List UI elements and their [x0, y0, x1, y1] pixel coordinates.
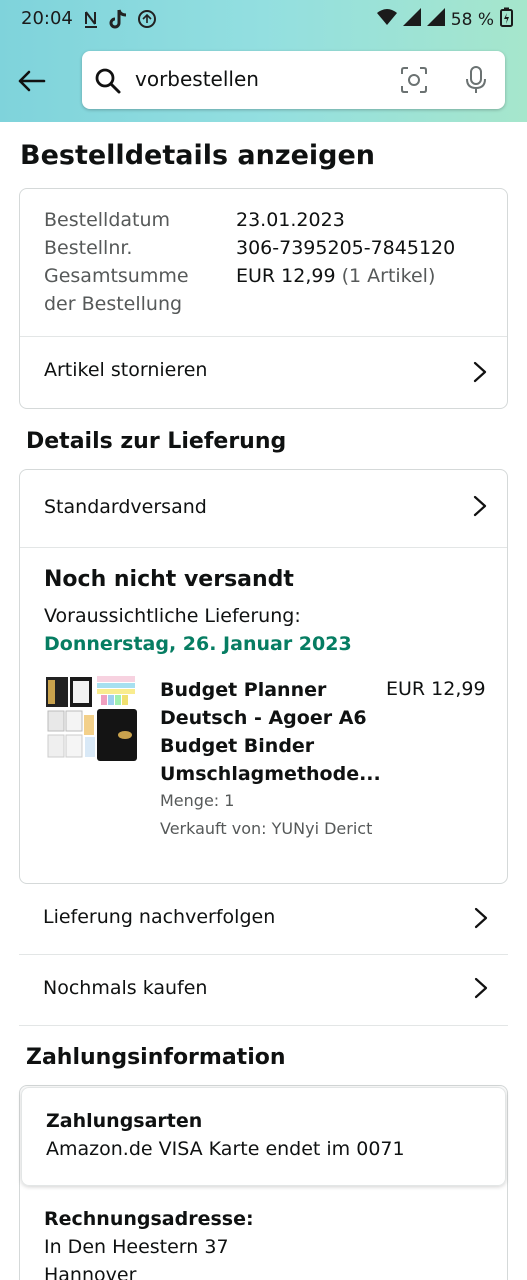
order-number-value: 306-7395205-7845120: [236, 237, 456, 259]
billing-street: In Den Heestern 37: [44, 1236, 229, 1258]
battery-text: 58 %: [450, 9, 494, 30]
buy-again-row[interactable]: Nochmals kaufen: [19, 955, 508, 1025]
app-header: 20:04 58 % vorbestellen: [0, 0, 527, 122]
search-icon: [95, 68, 121, 94]
product-title-line: Umschlagmethode...: [160, 763, 381, 785]
chevron-right-icon: [473, 361, 487, 383]
order-total: EUR 12,99 (1 Artikel): [236, 265, 435, 287]
chevron-right-icon: [474, 977, 488, 999]
search-input[interactable]: vorbestellen: [135, 67, 259, 91]
shipment-status: Noch nicht versandt: [44, 567, 294, 592]
status-time: 20:04: [21, 8, 73, 29]
order-total-label-2: der Bestellung: [44, 293, 183, 315]
track-package-row[interactable]: Lieferung nachverfolgen: [19, 884, 508, 954]
order-total-value: EUR 12,99: [236, 265, 336, 287]
order-date-value: 23.01.2023: [236, 209, 345, 231]
payment-section-title: Zahlungsinformation: [26, 1045, 286, 1070]
budget-planner-image: [45, 675, 137, 763]
cancel-items-label: Artikel stornieren: [44, 359, 208, 381]
battery-icon: [500, 7, 513, 32]
notification-n-icon: [84, 8, 98, 30]
search-bar[interactable]: vorbestellen: [82, 51, 505, 109]
status-right: 58 %: [376, 7, 513, 32]
divider: [19, 1025, 508, 1026]
order-date-label: Bestelldatum: [44, 209, 171, 231]
billing-city: Hannover: [44, 1264, 137, 1280]
product-image[interactable]: [45, 675, 137, 763]
chevron-right-icon: [474, 907, 488, 929]
camera-search-icon[interactable]: [400, 66, 428, 94]
product-seller: Verkauft von: YUNyi Derict: [160, 819, 373, 838]
status-bar: 20:04 58 %: [0, 0, 527, 40]
order-total-label: Gesamtsumme: [44, 265, 189, 287]
cancel-items-row[interactable]: Artikel stornieren: [20, 337, 507, 409]
tiktok-icon: [108, 8, 128, 30]
signal-icon-2: [426, 8, 445, 31]
track-package-label: Lieferung nachverfolgen: [43, 906, 276, 928]
product-title-line: Budget Planner: [160, 679, 327, 701]
product-quantity: Menge: 1: [160, 791, 235, 810]
back-button[interactable]: [14, 64, 48, 98]
delivery-section-title: Details zur Lieferung: [26, 429, 287, 454]
divider: [20, 547, 507, 548]
wifi-icon: [376, 9, 397, 30]
payment-methods-box[interactable]: Zahlungsarten Amazon.de VISA Karte endet…: [21, 1087, 506, 1186]
product-title-line: Budget Binder: [160, 735, 315, 757]
product-price: EUR 12,99: [386, 678, 486, 700]
chevron-right-icon: [473, 495, 487, 517]
shipping-method-label: Standardversand: [44, 496, 207, 518]
order-total-items: (1 Artikel): [341, 265, 436, 287]
product-title[interactable]: Budget Planner Deutsch - Agoer A6 Budget…: [160, 676, 381, 788]
billing-address-label: Rechnungsadresse:: [44, 1208, 254, 1230]
sync-icon: [137, 8, 157, 30]
shipping-method-row[interactable]: Standardversand: [20, 470, 507, 547]
microphone-icon[interactable]: [464, 65, 488, 95]
buy-again-label: Nochmals kaufen: [43, 977, 208, 999]
order-number-label: Bestellnr.: [44, 237, 133, 259]
delivery-card: Standardversand Noch nicht versandt Vora…: [19, 469, 508, 884]
arrow-left-icon: [18, 70, 46, 92]
payment-card-info: Amazon.de VISA Karte endet im 0071: [46, 1138, 405, 1160]
payment-card-name: Amazon.de VISA Karte: [46, 1138, 260, 1160]
page-title: Bestelldetails anzeigen: [20, 140, 376, 171]
payment-card: Zahlungsarten Amazon.de VISA Karte endet…: [19, 1085, 508, 1280]
expected-delivery-date: Donnerstag, 26. Januar 2023: [44, 633, 352, 655]
product-title-line: Deutsch - Agoer A6: [160, 707, 367, 729]
payment-card-ending: endet im 0071: [265, 1138, 405, 1160]
payment-methods-label: Zahlungsarten: [46, 1110, 203, 1132]
signal-icon: [402, 8, 421, 31]
expected-delivery-label: Voraussichtliche Lieferung:: [44, 605, 301, 627]
order-summary-card: Bestelldatum 23.01.2023 Bestellnr. 306-7…: [19, 188, 508, 409]
